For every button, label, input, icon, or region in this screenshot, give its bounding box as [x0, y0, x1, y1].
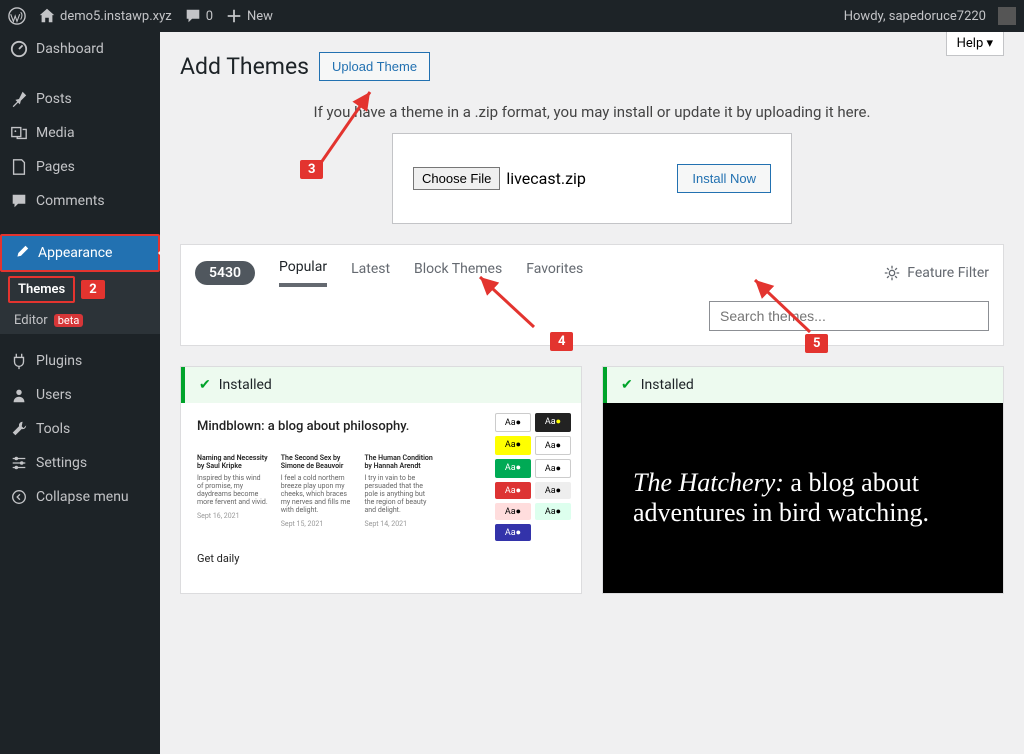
- plugin-icon: [10, 352, 28, 370]
- check-icon: ✔: [199, 377, 211, 393]
- user-icon: [10, 386, 28, 404]
- media-icon: [10, 124, 28, 142]
- menu-plugins[interactable]: Plugins: [0, 344, 160, 378]
- menu-label: Media: [36, 125, 75, 141]
- beta-badge: beta: [54, 314, 84, 327]
- settings-icon: [10, 454, 28, 472]
- menu-dashboard[interactable]: Dashboard: [0, 32, 160, 66]
- menu-appearance[interactable]: Appearance: [0, 234, 160, 272]
- upload-description: If you have a theme in a .zip format, yo…: [160, 103, 1024, 121]
- menu-label: Tools: [36, 421, 70, 437]
- search-input[interactable]: [709, 301, 989, 331]
- theme-filter-bar: 5430 Popular Latest Block Themes Favorit…: [180, 244, 1004, 346]
- theme-preview: Mindblown: a blog about philosophy. Nami…: [181, 403, 581, 593]
- dashboard-icon: [10, 40, 28, 58]
- site-link[interactable]: demo5.instawp.xyz: [38, 7, 172, 25]
- tab-popular[interactable]: Popular: [279, 259, 327, 287]
- menu-collapse[interactable]: Collapse menu: [0, 480, 160, 514]
- howdy-link[interactable]: Howdy, sapedoruce7220: [844, 9, 986, 24]
- main-content: Help ▾ Add Themes Upload Theme If you ha…: [160, 32, 1024, 754]
- theme-preview: The Hatchery: a blog about adventures in…: [603, 403, 1003, 593]
- menu-label: Comments: [36, 193, 105, 209]
- new-label: New: [247, 9, 273, 24]
- collapse-icon: [10, 488, 28, 506]
- menu-label: Posts: [36, 91, 72, 107]
- menu-label: Pages: [36, 159, 75, 175]
- menu-label: Settings: [36, 455, 87, 471]
- menu-settings[interactable]: Settings: [0, 446, 160, 480]
- theme-card[interactable]: ✔Installed Mindblown: a blog about philo…: [180, 366, 582, 594]
- upload-theme-button[interactable]: Upload Theme: [319, 52, 430, 81]
- new-link[interactable]: New: [225, 7, 273, 25]
- menu-pages[interactable]: Pages: [0, 150, 160, 184]
- submenu-label: Editor: [14, 313, 48, 328]
- gear-icon: [883, 264, 901, 282]
- menu-users[interactable]: Users: [0, 378, 160, 412]
- menu-label: Appearance: [38, 245, 112, 261]
- brush-icon: [12, 244, 30, 262]
- install-now-button[interactable]: Install Now: [677, 164, 771, 193]
- tab-latest[interactable]: Latest: [351, 261, 390, 285]
- menu-media[interactable]: Media: [0, 116, 160, 150]
- theme-card[interactable]: ✔Installed The Hatchery: a blog about ad…: [602, 366, 1004, 594]
- menu-posts[interactable]: Posts: [0, 82, 160, 116]
- menu-tools[interactable]: Tools: [0, 412, 160, 446]
- installed-badge: ✔Installed: [181, 367, 581, 403]
- submenu-editor[interactable]: Editor beta: [0, 307, 160, 334]
- page-icon: [10, 158, 28, 176]
- menu-label: Plugins: [36, 353, 82, 369]
- choose-file-button[interactable]: Choose File: [413, 167, 500, 190]
- wrench-icon: [10, 420, 28, 438]
- page-title: Add Themes: [180, 53, 309, 80]
- comments-link[interactable]: 0: [184, 7, 213, 25]
- avatar[interactable]: [998, 7, 1016, 25]
- annotation-3: 3: [300, 160, 323, 179]
- annotation-2: 2: [81, 280, 104, 299]
- howdy-text: Howdy, sapedoruce7220: [844, 9, 986, 24]
- admin-sidebar: Dashboard Posts Media Pages Comments App…: [0, 32, 160, 754]
- installed-badge: ✔Installed: [603, 367, 1003, 403]
- tab-favorites[interactable]: Favorites: [526, 261, 583, 285]
- menu-label: Dashboard: [36, 41, 104, 57]
- submenu-themes[interactable]: Themes: [8, 276, 75, 303]
- upload-form: Choose File livecast.zip Install Now: [392, 133, 792, 224]
- selected-file-name: livecast.zip: [506, 169, 586, 188]
- comments-count: 0: [206, 9, 213, 24]
- comment-icon: [10, 192, 28, 210]
- tab-block-themes[interactable]: Block Themes: [414, 261, 502, 285]
- menu-label: Users: [36, 387, 72, 403]
- theme-count: 5430: [195, 261, 255, 285]
- site-name: demo5.instawp.xyz: [60, 9, 172, 24]
- pin-icon: [10, 90, 28, 108]
- submenu-label: Themes: [18, 282, 65, 297]
- feature-filter-button[interactable]: Feature Filter: [883, 264, 989, 282]
- wp-logo[interactable]: [8, 7, 26, 25]
- check-icon: ✔: [621, 377, 633, 393]
- menu-comments[interactable]: Comments: [0, 184, 160, 218]
- help-tab[interactable]: Help ▾: [946, 32, 1004, 56]
- admin-toolbar: demo5.instawp.xyz 0 New Howdy, sapedoruc…: [0, 0, 1024, 32]
- menu-label: Collapse menu: [36, 489, 129, 505]
